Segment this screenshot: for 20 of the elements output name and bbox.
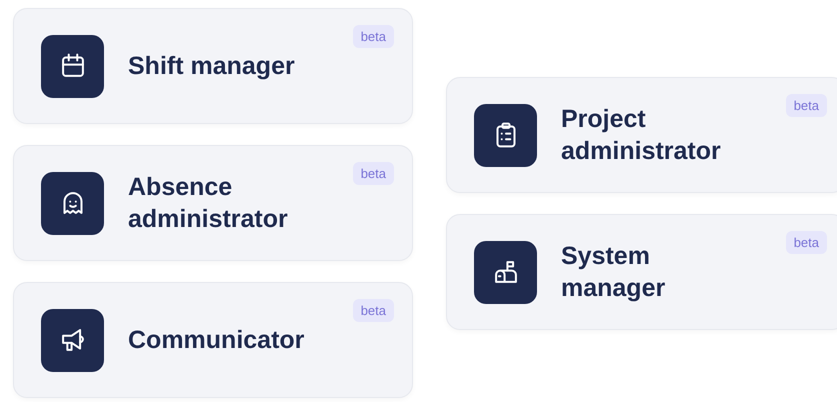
beta-badge: beta — [786, 94, 827, 117]
calendar-icon — [41, 34, 104, 98]
app-card[interactable]: System manager beta — [446, 214, 837, 330]
app-card[interactable]: Communicator beta — [13, 282, 413, 398]
beta-badge: beta — [352, 162, 394, 185]
app-card[interactable]: Project administrator beta — [446, 77, 837, 193]
card-title: Shift manager — [128, 51, 296, 82]
card-title: Absence administrator — [128, 172, 289, 235]
beta-badge: beta — [786, 231, 827, 254]
megaphone-icon — [41, 308, 104, 372]
app-card[interactable]: Shift manager beta — [13, 8, 413, 124]
ghost-icon — [41, 172, 104, 234]
mailbox-icon — [474, 240, 537, 304]
app-card[interactable]: Absence administrator beta — [13, 145, 413, 261]
card-title: Communicator — [128, 325, 306, 356]
beta-badge: beta — [352, 25, 394, 48]
card-title: Project administrator — [561, 104, 722, 167]
beta-badge: beta — [352, 299, 394, 322]
clipboard-icon — [474, 104, 537, 166]
card-title: System manager — [561, 241, 666, 304]
